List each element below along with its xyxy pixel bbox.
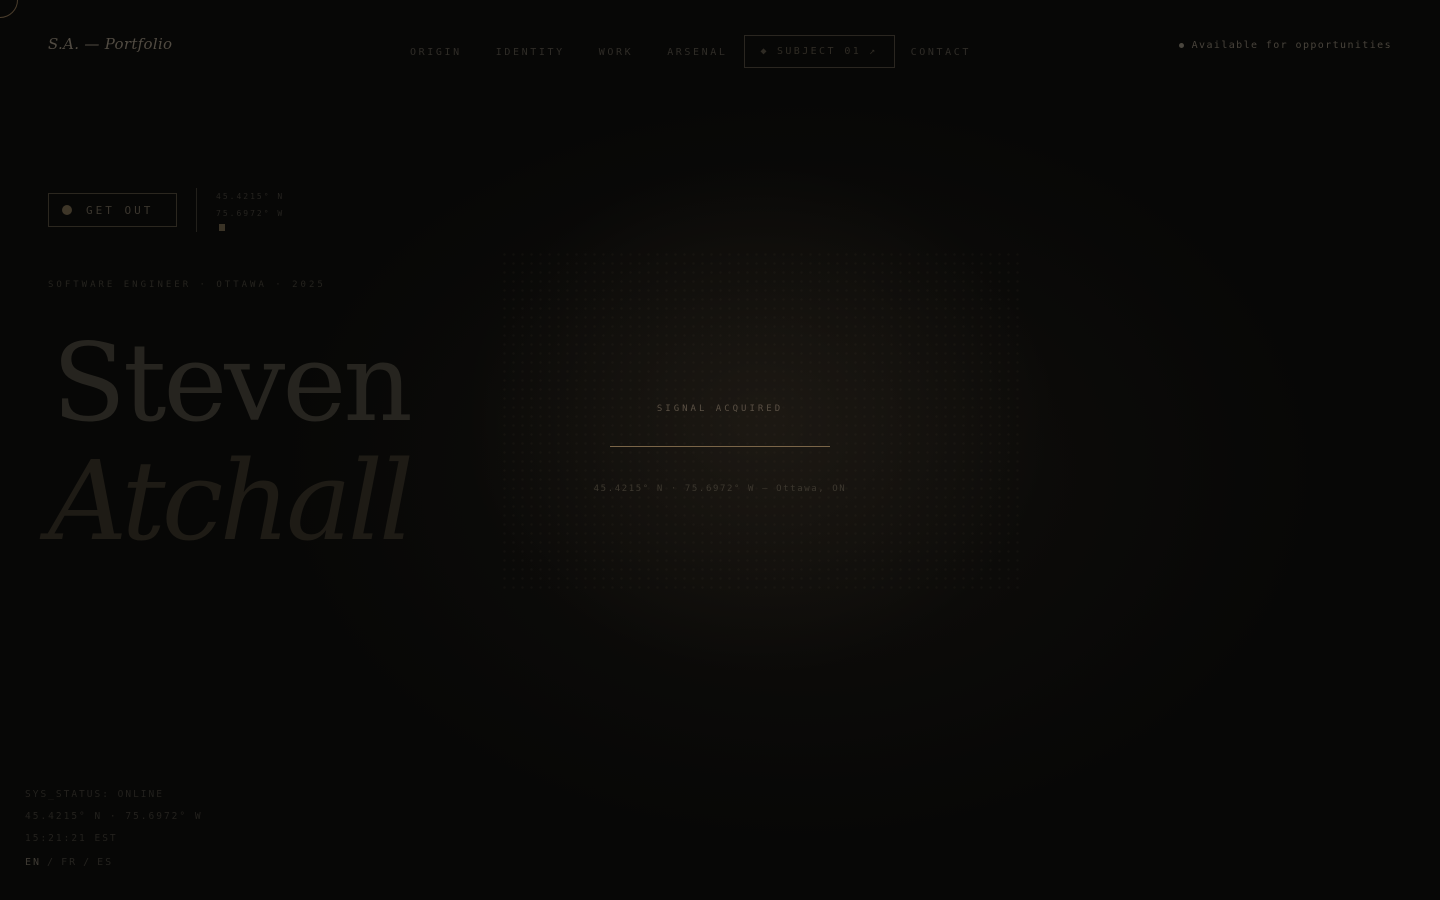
indicator-square-icon bbox=[219, 224, 225, 231]
latitude-readout: 45.4215° N bbox=[216, 192, 285, 201]
status-dot-icon bbox=[1178, 43, 1184, 48]
nav-identity[interactable]: IDENTITY bbox=[496, 47, 565, 58]
lang-fr[interactable]: FR bbox=[61, 857, 77, 868]
status-time: 15:21:21 EST bbox=[25, 833, 118, 844]
availability-status: Available for opportunities bbox=[1178, 40, 1392, 51]
signal-coordinates: 45.4215° N · 75.6972° W — Ottawa, ON bbox=[593, 484, 847, 494]
diamond-icon: ◆ bbox=[760, 46, 769, 57]
arrow-up-right-icon: ↗ bbox=[869, 46, 878, 57]
get-out-label: GET OUT bbox=[86, 203, 154, 217]
lang-es[interactable]: ES bbox=[97, 857, 113, 868]
status-coordinates: 45.4215° N · 75.6972° W bbox=[25, 811, 203, 822]
nav-arsenal[interactable]: ARSENAL bbox=[667, 47, 727, 58]
site-logo[interactable]: S.A. — Portfolio bbox=[48, 35, 172, 53]
language-switcher: EN / FR / ES bbox=[25, 857, 113, 868]
nav-contact[interactable]: CONTACT bbox=[911, 47, 971, 58]
hero-last-name: Atchall bbox=[48, 437, 414, 565]
subject-01-button[interactable]: ◆ SUBJECT 01 ↗ bbox=[743, 35, 895, 68]
record-dot-icon bbox=[62, 205, 72, 215]
nav-work[interactable]: WORK bbox=[599, 47, 633, 58]
availability-text: Available for opportunities bbox=[1191, 40, 1392, 51]
nav-origin[interactable]: ORIGIN bbox=[410, 47, 462, 58]
sys-status: SYS_STATUS: ONLINE bbox=[25, 789, 164, 800]
get-out-button[interactable]: GET OUT bbox=[48, 193, 177, 227]
lang-en[interactable]: EN bbox=[25, 857, 41, 868]
signal-progress-line bbox=[610, 446, 830, 447]
longitude-readout: 75.6972° W bbox=[216, 209, 285, 218]
signal-label: SIGNAL ACQUIRED bbox=[656, 404, 784, 414]
lang-separator: / bbox=[47, 857, 56, 868]
main-nav: ORIGIN IDENTITY WORK ARSENAL ◆ SUBJECT 0… bbox=[410, 35, 1005, 68]
divider bbox=[196, 188, 197, 232]
lang-separator: / bbox=[83, 857, 92, 868]
hero-first-name: Steven bbox=[52, 321, 413, 446]
subject-label: SUBJECT 01 bbox=[776, 46, 862, 57]
dot-grid-texture bbox=[500, 250, 1020, 590]
hero-tagline: SOFTWARE ENGINEER · OTTAWA · 2025 bbox=[48, 280, 326, 290]
